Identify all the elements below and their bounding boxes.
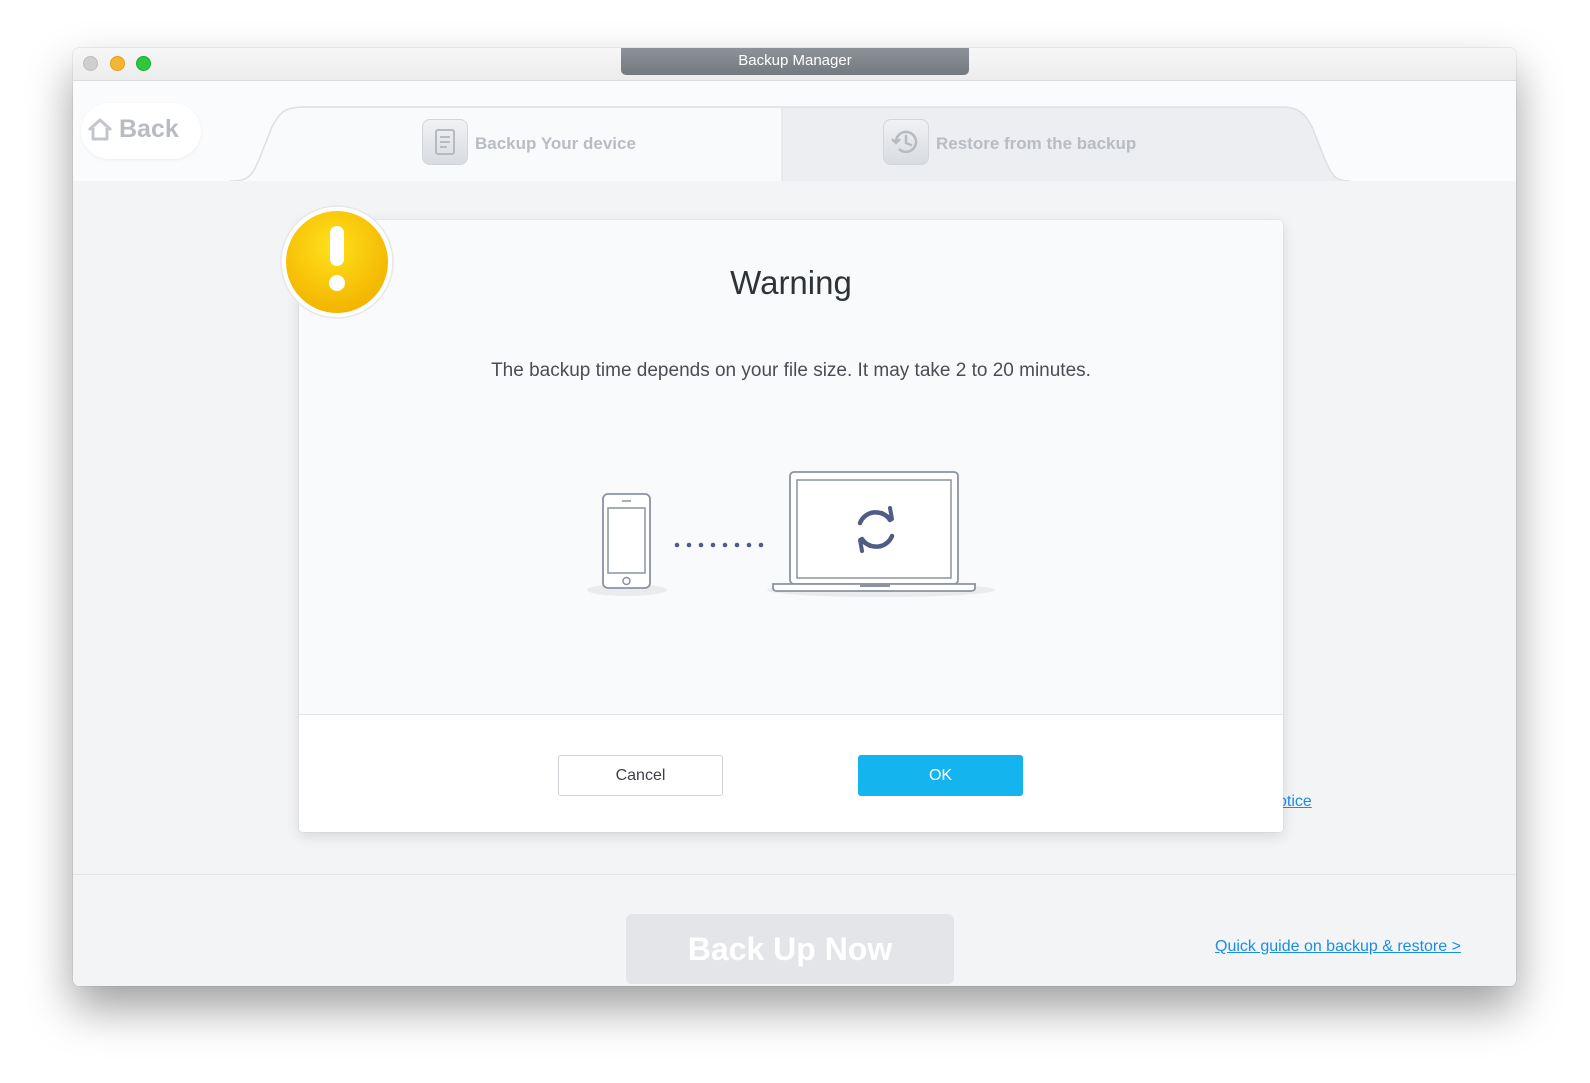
back-button[interactable]: Back [81,103,201,159]
footer-divider [73,874,1516,875]
tab-strip [230,106,1350,182]
maximize-window-button[interactable] [136,56,151,71]
dialog-title: Warning [730,264,852,301]
tab-restore-backup[interactable]: Restore from the backup [883,119,1163,185]
warning-dialog: Warning The backup time depends on your … [299,220,1283,832]
close-window-button[interactable] [83,56,98,71]
title-bar: Backup Manager [73,48,1516,81]
document-icon [422,119,468,165]
tab-backup-device-label: Backup Your device [475,134,636,153]
history-icon [883,119,929,165]
warning-badge [280,205,394,319]
cancel-button[interactable]: Cancel [558,755,723,796]
ok-button[interactable]: OK [858,755,1023,796]
dialog-message: The backup time depends on your file siz… [491,360,1091,381]
tab-backup-device[interactable]: Backup Your device [422,119,636,185]
connection-dots [674,542,764,548]
backup-illustration [587,471,995,597]
laptop-icon [772,471,976,592]
home-icon [88,118,112,141]
quick-guide-link[interactable]: Quick guide on backup & restore > [1215,938,1461,956]
dialog-footer: Cancel OK [299,714,1283,832]
phone-icon [602,493,651,589]
back-label: Back [119,115,179,143]
tab-restore-backup-label: Restore from the backup [936,134,1137,153]
notice-link[interactable]: otice [1278,793,1312,811]
window-title: Backup Manager [621,48,969,75]
minimize-window-button[interactable] [110,56,125,71]
app-window: Backup Manager Back Backup Your device R… [73,48,1516,986]
back-up-now-button[interactable]: Back Up Now [626,914,954,984]
exclamation-icon [329,226,345,291]
